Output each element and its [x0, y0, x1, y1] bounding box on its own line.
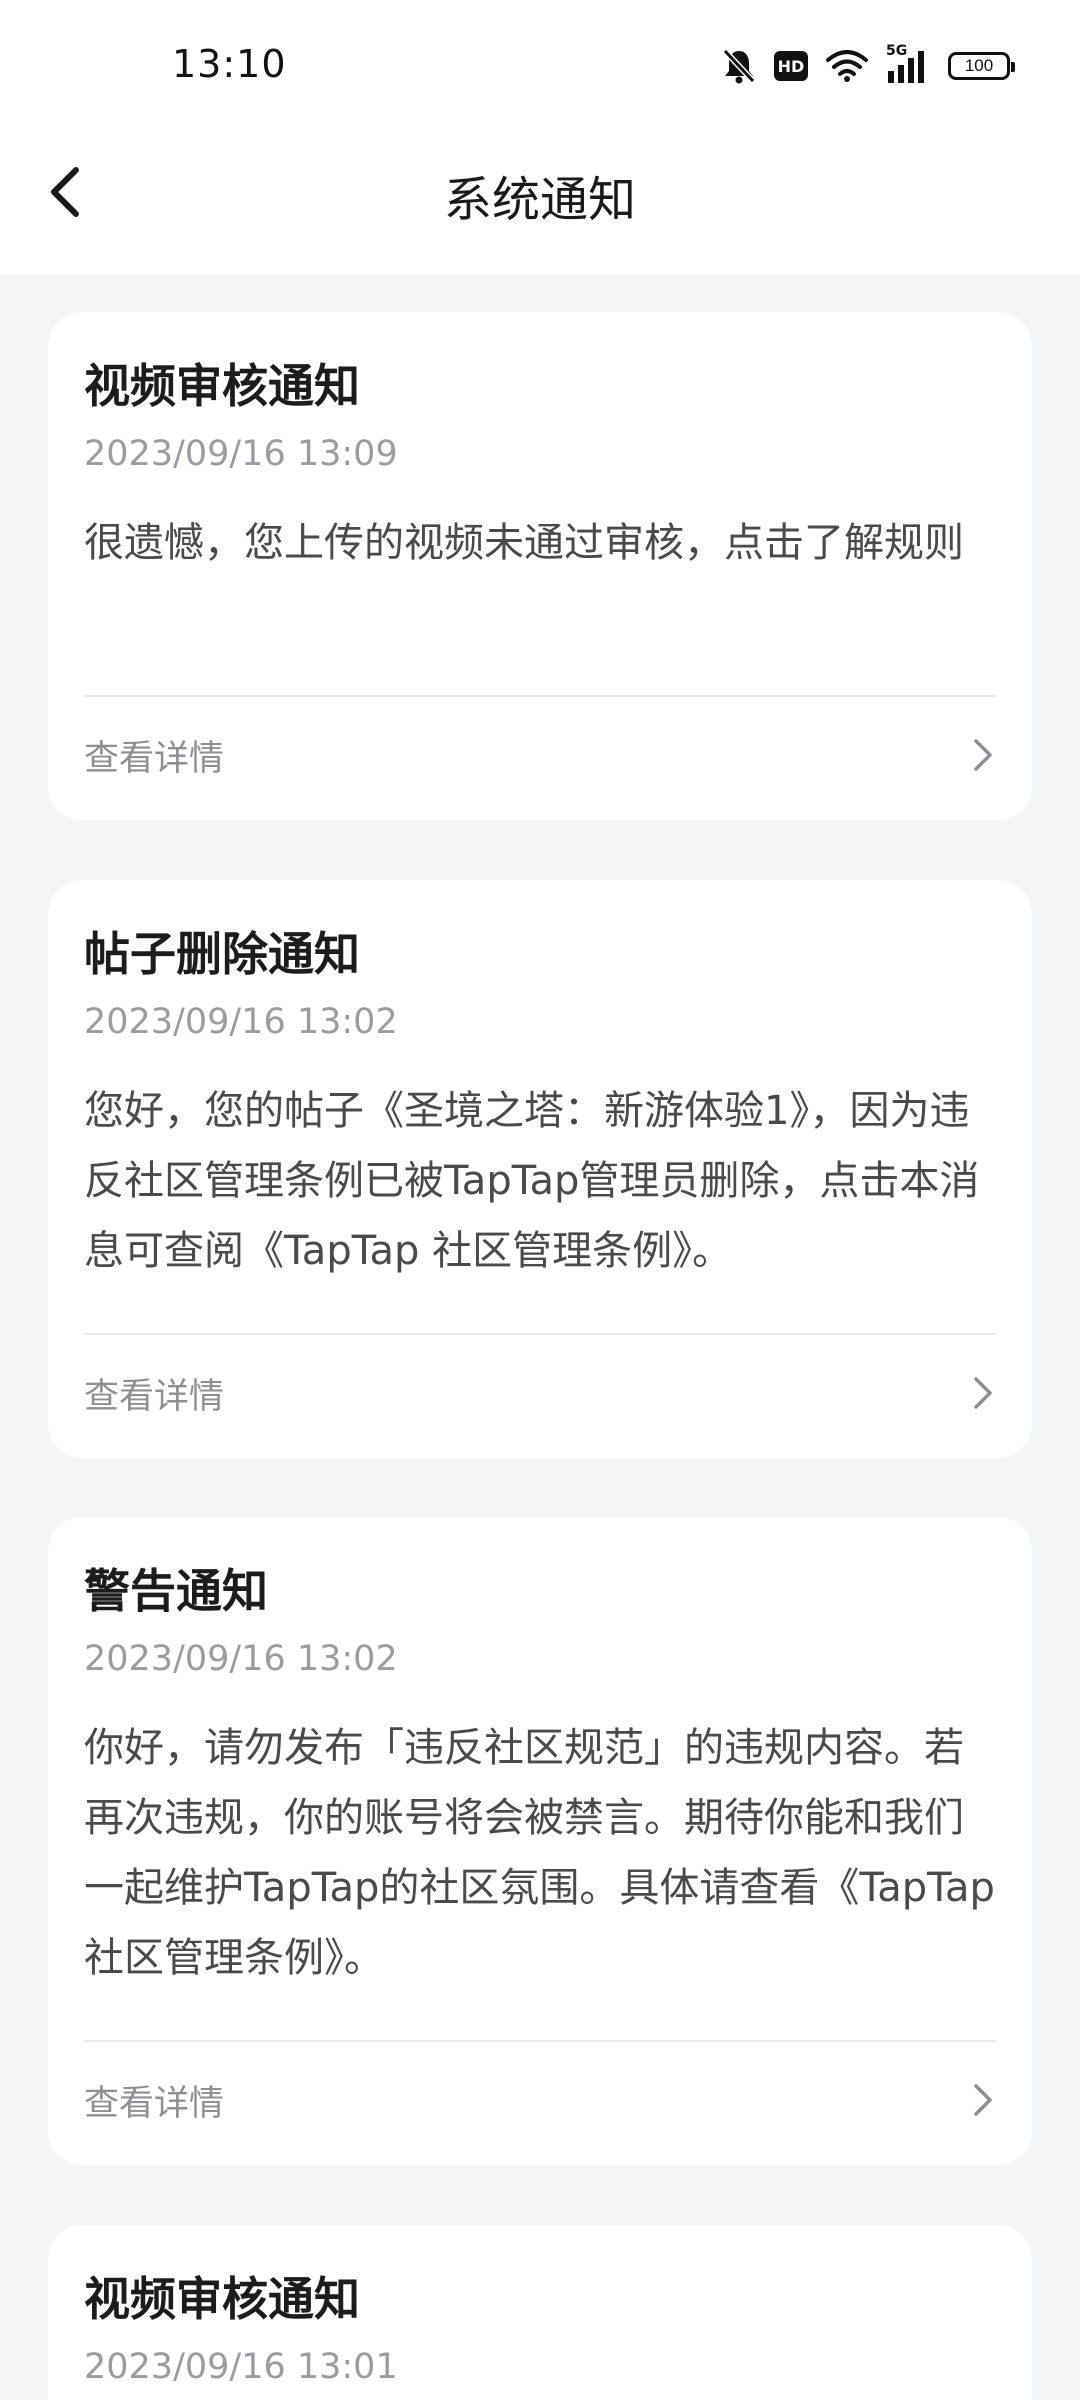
page-title: 系统通知 — [443, 172, 636, 228]
chevron-right-icon — [974, 2084, 992, 2116]
notification-title: 警告通知 — [84, 1564, 268, 1618]
view-details-row[interactable]: 查看详情 — [84, 2065, 996, 2135]
card-divider — [84, 1333, 996, 1335]
network-label: 5G — [886, 43, 908, 59]
battery-icon: 100 — [948, 52, 1015, 80]
status-time: 13:10 — [172, 42, 287, 86]
notification-body: 你好，请勿发布「违反社区规范」的违规内容。若再次违规，你的账号将会被禁言。期待你… — [84, 1725, 995, 1981]
notification-time: 2023/09/16 13:02 — [84, 1639, 398, 1679]
view-details-row[interactable]: 查看详情 — [84, 1358, 996, 1428]
notification-time: 2023/09/16 13:02 — [84, 1002, 398, 1042]
notification-title: 视频审核通知 — [84, 359, 360, 413]
notification-card[interactable]: 帖子删除通知 2023/09/16 13:02 您好，您的帖子《圣境之塔：新游体… — [48, 880, 1032, 1458]
notification-body: 您好，您的帖子《圣境之塔：新游体验1》，因为违反社区管理条例已被TapTap管理… — [84, 1088, 980, 1274]
battery-level: 100 — [964, 56, 994, 75]
chevron-right-icon — [974, 1377, 992, 1409]
wifi-icon — [826, 50, 868, 82]
notification-title: 视频审核通知 — [84, 2272, 360, 2326]
notification-time: 2023/09/16 13:09 — [84, 434, 398, 474]
view-details-row[interactable]: 查看详情 — [84, 720, 996, 790]
notification-body: 很遗憾，您上传的视频未通过审核，点击了解规则 — [84, 520, 964, 566]
chevron-right-icon — [974, 739, 992, 771]
nav-bar: 系统通知 — [0, 130, 1080, 275]
status-bar: 13:10 HD 5G 100 — [0, 0, 1080, 130]
view-details-label: 查看详情 — [84, 738, 225, 779]
hd-icon: HD — [774, 51, 808, 81]
card-divider — [84, 695, 996, 697]
notification-card[interactable]: 视频审核通知 2023/09/16 13:01 — [48, 2225, 1032, 2400]
notification-title: 帖子删除通知 — [84, 927, 360, 981]
notification-card[interactable]: 警告通知 2023/09/16 13:02 你好，请勿发布「违反社区规范」的违规… — [48, 1517, 1032, 2165]
notification-time: 2023/09/16 13:01 — [84, 2347, 398, 2387]
5g-signal-icon: 5G — [886, 43, 930, 83]
view-details-label: 查看详情 — [84, 2083, 225, 2124]
status-icons: HD 5G 100 — [722, 43, 1015, 88]
view-details-label: 查看详情 — [84, 1376, 225, 1417]
card-divider — [84, 2040, 996, 2042]
notification-card[interactable]: 视频审核通知 2023/09/16 13:09 很遗憾，您上传的视频未通过审核，… — [48, 312, 1032, 820]
notification-list[interactable]: 视频审核通知 2023/09/16 13:09 很遗憾，您上传的视频未通过审核，… — [0, 275, 1080, 2400]
mute-bell-icon — [722, 48, 756, 84]
